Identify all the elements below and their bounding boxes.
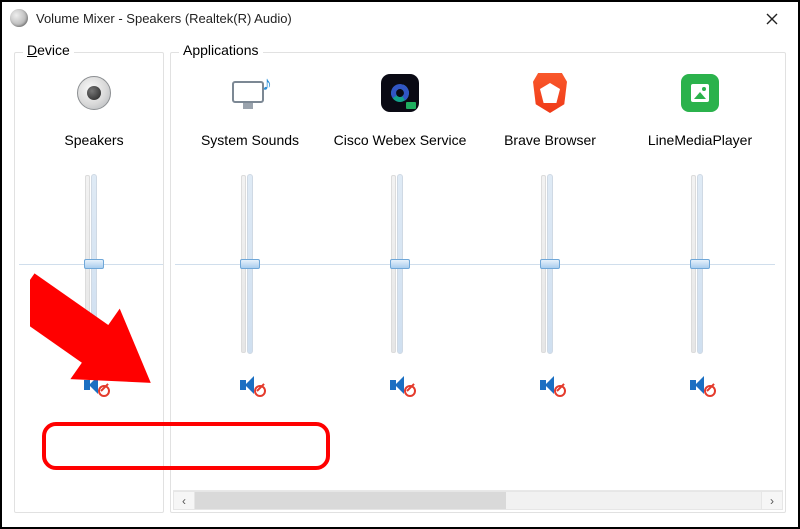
app-mute-button[interactable] [229,371,271,399]
device-volume-slider[interactable] [19,169,163,359]
apps-horizontal-scrollbar[interactable]: ‹ › [173,490,783,510]
app-label: Cisco Webex Service [330,123,471,159]
speakers-device-icon[interactable] [72,71,116,115]
scrollbar-thumb[interactable] [195,492,506,509]
titlebar: Volume Mixer - Speakers (Realtek(R) Audi… [2,2,798,34]
system-sounds-icon[interactable]: ♪ [228,71,272,115]
speaker-muted-icon [388,375,412,395]
app-label: Brave Browser [500,123,600,159]
speaker-muted-icon [82,375,106,395]
content-area: Device Speakers [14,52,786,513]
app-volume-slider[interactable] [625,169,775,359]
app-volume-slider[interactable] [325,169,475,359]
window-title: Volume Mixer - Speakers (Realtek(R) Audi… [36,11,292,26]
app-column-system-sounds: ♪ System Sounds [175,67,325,399]
device-mute-button[interactable] [73,371,115,399]
scroll-left-button[interactable]: ‹ [173,491,195,510]
scrollbar-track[interactable] [195,491,761,510]
device-group-label: Device [23,42,74,58]
close-icon [766,13,778,25]
brave-icon[interactable] [528,71,572,115]
line-icon[interactable] [678,71,722,115]
app-label: LineMediaPlayer [644,123,756,159]
close-button[interactable] [752,6,792,32]
app-mute-button[interactable] [679,371,721,399]
device-column: Speakers [19,67,163,399]
applications-group: Applications ♪ System Sounds [170,52,786,513]
device-group: Device Speakers [14,52,164,513]
app-sys-icon [10,9,28,27]
scroll-right-button[interactable]: › [761,491,783,510]
app-volume-slider[interactable] [475,169,625,359]
app-mute-button[interactable] [529,371,571,399]
speaker-muted-icon [538,375,562,395]
app-mute-button[interactable] [379,371,421,399]
app-column-brave: Brave Browser [475,67,625,399]
volume-mixer-window: Volume Mixer - Speakers (Realtek(R) Audi… [0,0,800,529]
applications-group-label: Applications [179,42,263,58]
device-label: Speakers [60,123,127,159]
app-label: System Sounds [197,123,303,159]
app-column-line: LineMediaPlayer [625,67,775,399]
chevron-right-icon: › [770,494,774,508]
speaker-muted-icon [238,375,262,395]
app-column-webex: Cisco Webex Service [325,67,475,399]
speaker-muted-icon [688,375,712,395]
app-volume-slider[interactable] [175,169,325,359]
webex-icon[interactable] [378,71,422,115]
app-columns: ♪ System Sounds [171,61,785,490]
chevron-left-icon: ‹ [182,494,186,508]
device-columns: Speakers [15,61,163,399]
